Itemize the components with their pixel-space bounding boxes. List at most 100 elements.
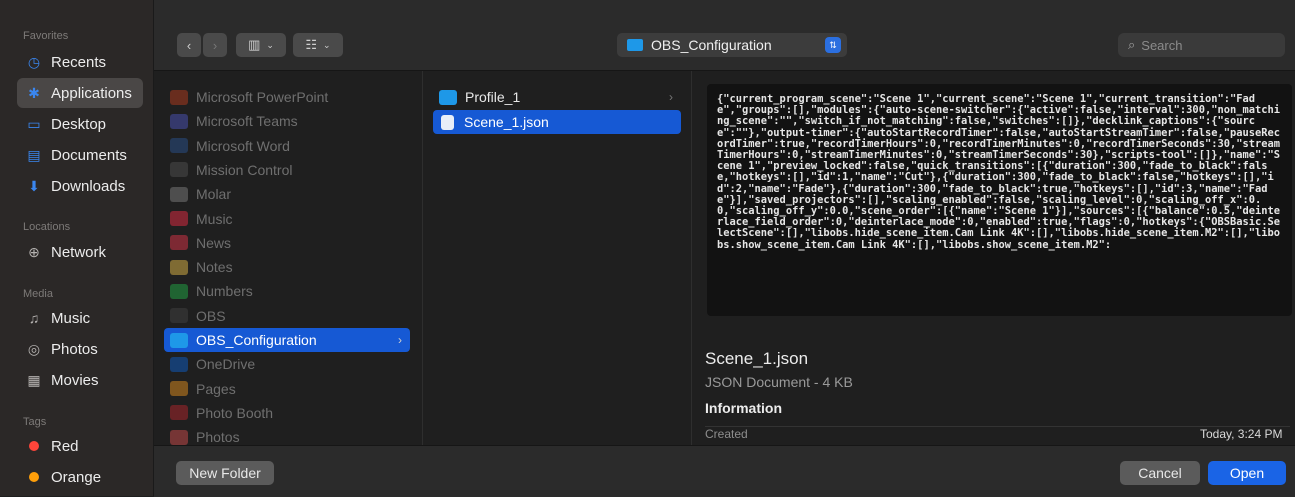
created-value: Today, 3:24 PM xyxy=(1200,427,1283,441)
sidebar-item-label: Movies xyxy=(51,371,99,389)
app-icon xyxy=(170,113,188,129)
list-item-label: Numbers xyxy=(196,283,253,300)
up-down-arrows-icon: ⇅ xyxy=(825,37,841,53)
folder-icon xyxy=(170,332,188,348)
app-icon xyxy=(170,429,188,445)
chevron-down-icon: ⌄ xyxy=(323,39,331,50)
chevron-right-icon: › xyxy=(212,37,218,53)
new-folder-button[interactable]: New Folder xyxy=(176,461,274,485)
download-icon: ⬇ xyxy=(28,177,40,194)
view-mode-button[interactable]: ▥ ⌄ xyxy=(236,33,286,57)
list-item-label: Scene_1.json xyxy=(464,114,549,130)
list-item-label: OneDrive xyxy=(196,356,256,373)
list-item[interactable]: Numbers xyxy=(164,279,410,303)
created-label: Created xyxy=(705,427,748,441)
sidebar-item-label: Recents xyxy=(51,53,107,71)
path-label: OBS_Configuration xyxy=(651,37,772,53)
sidebar-item-network[interactable]: ⊕ Network xyxy=(17,237,143,267)
app-icon xyxy=(170,405,188,421)
sidebar-item-recents[interactable]: ◷ Recents xyxy=(17,47,143,77)
desktop-icon: ▭ xyxy=(27,115,41,132)
applications-column: Microsoft PowerPoint Microsoft Teams Micro… xyxy=(154,71,423,445)
sidebar-item-label: Downloads xyxy=(51,177,126,195)
tag-dot-icon xyxy=(25,469,43,485)
list-item[interactable]: OBS xyxy=(164,304,410,328)
json-preview: {"current_program_scene":"Scene 1","curr… xyxy=(707,84,1292,316)
search-input[interactable]: Search xyxy=(1141,38,1182,53)
sidebar-item-desktop[interactable]: ▭ Desktop xyxy=(17,109,143,139)
list-item[interactable]: Microsoft PowerPoint xyxy=(164,85,410,109)
list-item[interactable]: Profile_1 › xyxy=(433,85,681,109)
file-icon xyxy=(441,114,454,130)
list-item-label: OBS_Configuration xyxy=(196,332,317,348)
list-item[interactable]: OneDrive xyxy=(164,352,410,376)
sidebar-section-media: Media xyxy=(23,288,53,300)
list-item[interactable]: Notes xyxy=(164,255,410,279)
sidebar: Favorites ◷ Recents ✱ Applications ▭ Desktop ▤ D… xyxy=(0,0,154,496)
info-heading: Information xyxy=(705,400,782,416)
globe-icon: ⊕ xyxy=(28,243,40,260)
app-icon xyxy=(170,186,188,202)
chevron-right-icon: › xyxy=(398,333,402,347)
clock-icon: ◷ xyxy=(27,53,41,70)
sidebar-item-documents[interactable]: ▤ Documents xyxy=(17,140,143,170)
folder-icon xyxy=(439,89,457,105)
cancel-button[interactable]: Cancel xyxy=(1120,461,1200,485)
sidebar-item-applications[interactable]: ✱ Applications xyxy=(17,78,143,108)
forward-button[interactable]: › xyxy=(203,33,227,57)
list-item-label: News xyxy=(196,234,232,251)
list-item[interactable]: Scene_1.json xyxy=(433,110,681,134)
list-item[interactable]: Music xyxy=(164,207,410,231)
list-item-label: Mission Control xyxy=(196,161,293,178)
list-item[interactable]: Pages xyxy=(164,377,410,401)
document-icon: ▤ xyxy=(27,146,41,163)
sidebar-item-downloads[interactable]: ⬇ Downloads xyxy=(17,171,143,201)
list-item[interactable]: Molar xyxy=(164,182,410,206)
list-item[interactable]: Mission Control xyxy=(164,158,410,182)
list-item[interactable]: OBS_Configuration › xyxy=(164,328,410,352)
folder-icon xyxy=(627,39,643,51)
sidebar-item-music[interactable]: ♫ Music xyxy=(17,303,143,333)
app-icon xyxy=(170,308,188,324)
sidebar-item-label: Applications xyxy=(51,84,132,102)
list-item[interactable]: Photo Booth xyxy=(164,401,410,425)
app-icon xyxy=(170,283,188,299)
list-item-label: Microsoft PowerPoint xyxy=(196,89,329,105)
app-icon xyxy=(170,259,188,275)
preview-kind: JSON Document - 4 KB xyxy=(705,374,853,390)
list-item[interactable]: Microsoft Word xyxy=(164,134,410,158)
sidebar-item-orange[interactable]: Orange xyxy=(17,462,143,492)
search-field[interactable]: ⌕ Search xyxy=(1118,33,1285,57)
sidebar-item-red[interactable]: Red xyxy=(17,431,143,461)
chevron-down-icon: ⌄ xyxy=(266,39,274,50)
list-item-label: Photos xyxy=(196,429,240,445)
app-icon xyxy=(170,235,188,251)
applications-icon: ✱ xyxy=(28,84,40,101)
sidebar-item-label: Photos xyxy=(51,340,98,358)
sidebar-item-label: Documents xyxy=(51,146,127,164)
json-content: {"current_program_scene":"Scene 1","curr… xyxy=(717,93,1281,251)
app-icon xyxy=(170,381,188,397)
sidebar-item-movies[interactable]: ▦ Movies xyxy=(17,365,143,395)
open-button[interactable]: Open xyxy=(1208,461,1286,485)
sidebar-section-tags: Tags xyxy=(23,416,47,428)
grid-icon: ☷ xyxy=(305,37,318,52)
group-button[interactable]: ☷ ⌄ xyxy=(293,33,343,57)
list-item[interactable]: Microsoft Teams xyxy=(164,109,410,133)
sidebar-section-locations: Locations xyxy=(23,221,71,233)
sidebar-item-photos[interactable]: ◎ Photos xyxy=(17,334,143,364)
sidebar-item-label: Desktop xyxy=(51,115,107,133)
sidebar-item-label: Red xyxy=(51,437,79,455)
list-item-label: Pages xyxy=(196,380,236,397)
list-item[interactable]: Photos xyxy=(164,425,410,445)
sidebar-item-label: Orange xyxy=(51,468,102,486)
chevron-right-icon: › xyxy=(669,90,673,104)
list-item-label: Music xyxy=(196,210,233,227)
back-button[interactable]: ‹ xyxy=(177,33,201,57)
preview-filename: Scene_1.json xyxy=(705,349,809,368)
tag-dot-icon xyxy=(25,438,43,454)
camera-icon: ◎ xyxy=(27,340,41,357)
bottom-bar: New Folder Cancel Open xyxy=(154,445,1295,497)
list-item[interactable]: News xyxy=(164,231,410,255)
path-popup[interactable]: OBS_Configuration ⇅ xyxy=(617,33,847,57)
